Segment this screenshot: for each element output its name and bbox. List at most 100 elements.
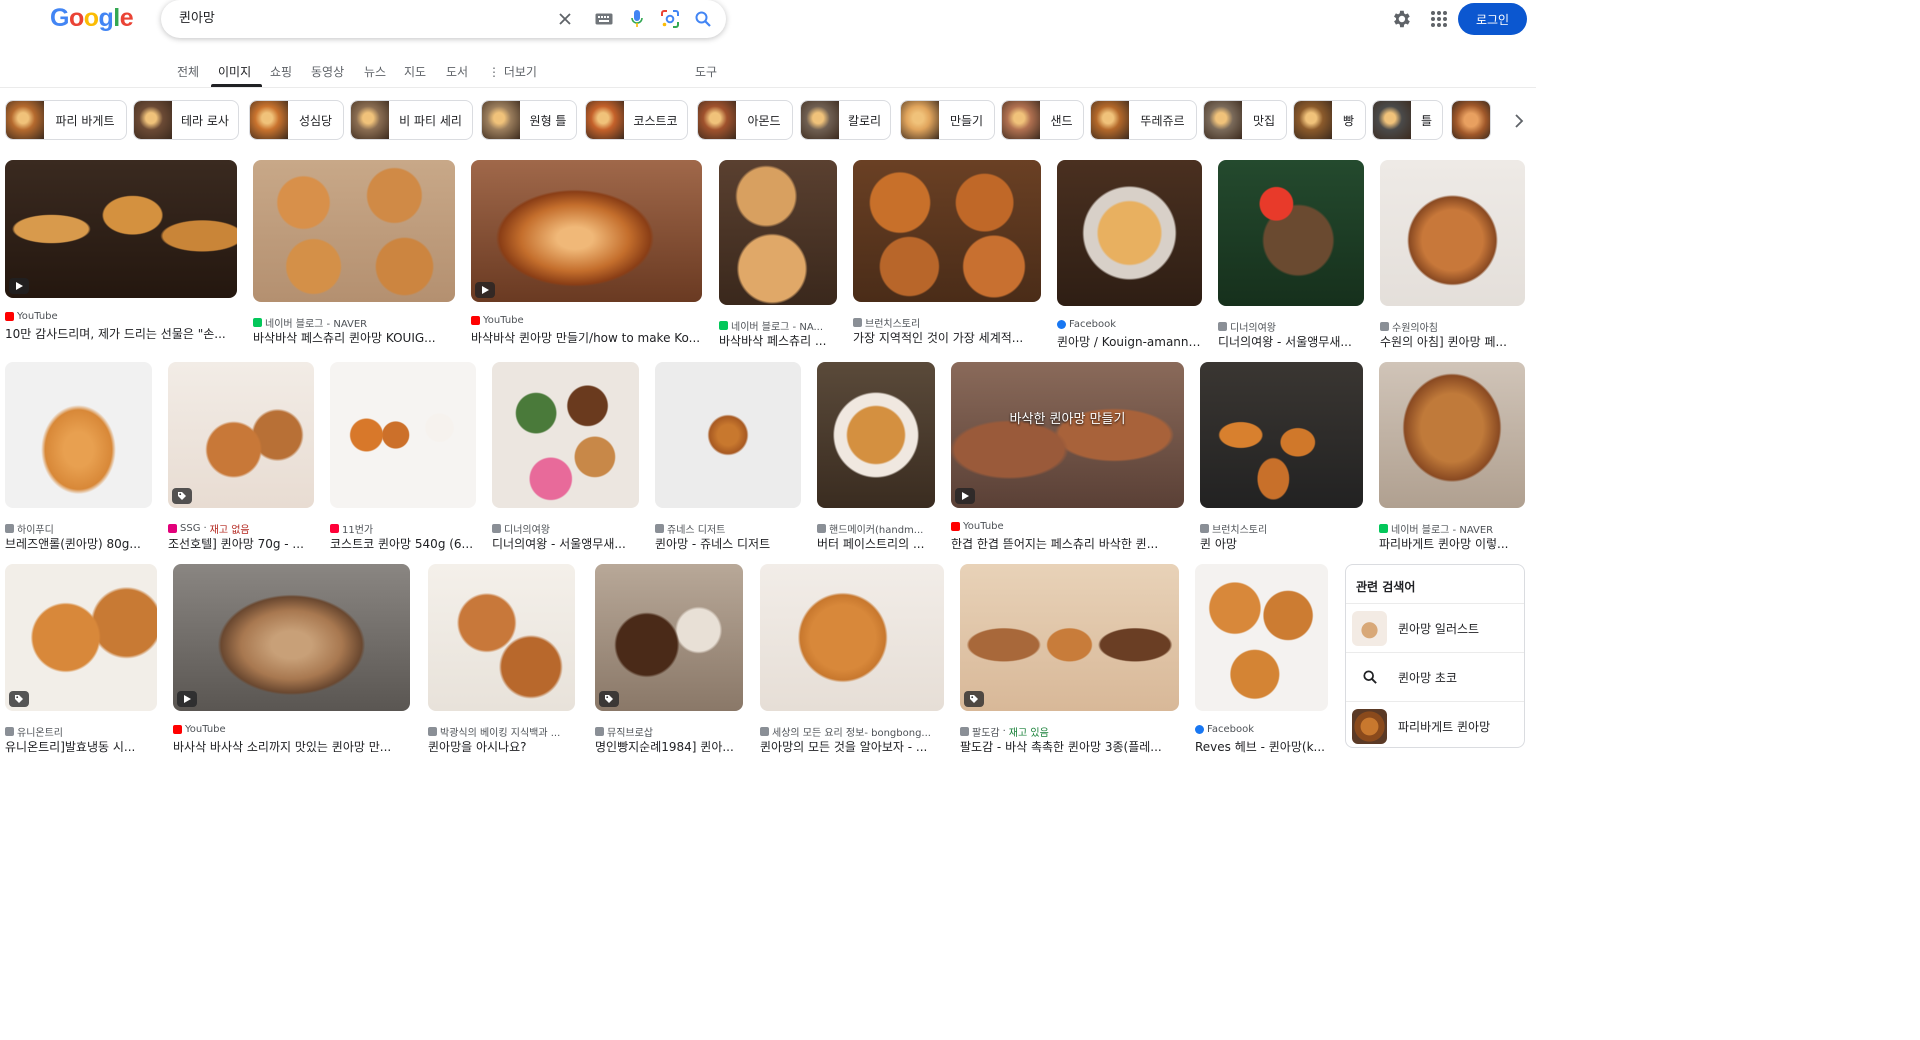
image-result-card[interactable]: 바삭한 퀸아망 만들기 YouTube 한겹 한겹 뜯어지는 페스츄리 바삭한 퀸.… [951, 362, 1184, 551]
chip-partial[interactable] [1451, 100, 1491, 140]
image-result-card[interactable]: 팔도감 · 재고 있음 팔도감 - 바삭 촉촉한 퀸아망 3종(플레... [960, 564, 1179, 754]
result-thumbnail[interactable] [173, 564, 410, 711]
result-thumbnail[interactable] [5, 160, 237, 298]
result-title[interactable]: 퀸아망 - 쥬네스 디저트 [655, 535, 801, 552]
result-title[interactable]: 버터 페이스트리의 ... [817, 535, 935, 552]
result-thumbnail[interactable] [595, 564, 743, 711]
result-thumbnail[interactable] [960, 564, 1179, 711]
image-result-card[interactable]: 박광식의 베이킹 지식백과 ... 퀸아망을 아시나요? [428, 564, 575, 754]
result-title[interactable]: 디너의여왕 - 서울앵무새... [1218, 333, 1364, 350]
search-input[interactable] [179, 9, 539, 24]
result-title[interactable]: 퀸 아망 [1200, 535, 1363, 552]
result-title[interactable]: 10만 감사드리며, 제가 드리는 선물은 "손... [5, 325, 237, 342]
image-result-card[interactable]: SSG · 재고 없음 조선호텔] 퀸아망 70g - ... [168, 362, 314, 551]
result-thumbnail[interactable] [168, 362, 314, 508]
tab-images[interactable]: 이미지 [218, 63, 251, 80]
result-thumbnail[interactable] [330, 362, 476, 508]
result-title[interactable]: 디너의여왕 - 서울앵무새... [492, 535, 639, 552]
result-thumbnail[interactable] [1218, 160, 1364, 306]
result-thumbnail[interactable] [1200, 362, 1363, 508]
result-title[interactable]: 조선호텔] 퀸아망 70g - ... [168, 535, 314, 552]
chip[interactable]: 코스트코 [585, 100, 688, 140]
image-result-card[interactable]: 브런치스토리 퀸 아망 [1200, 362, 1363, 551]
result-title[interactable]: 퀸아망의 모든 것을 알아보자 - ... [760, 738, 944, 755]
result-thumbnail[interactable] [428, 564, 575, 711]
result-title[interactable]: 바삭바삭 페스츄리 ... [719, 332, 837, 349]
image-result-card[interactable]: Facebook Reves 헤브 - 퀸아망(k... [1195, 564, 1328, 754]
chip[interactable]: 빵 [1293, 100, 1366, 140]
image-result-card[interactable]: 네이버 블로그 - NAVER 바삭바삭 페스츄리 퀸아망 KOUIG... [253, 160, 455, 345]
chip[interactable]: 테라 로사 [133, 100, 239, 140]
result-title[interactable]: 퀸아망 / Kouign-amann ... [1057, 333, 1202, 350]
result-title[interactable]: 파리바게트 퀸아망 이렇... [1379, 535, 1525, 552]
chip[interactable]: 파리 바게트 [5, 100, 127, 140]
image-result-card[interactable]: 뮤직브로삽 명인빵지순례1984] 퀸아... [595, 564, 743, 754]
result-thumbnail[interactable] [817, 362, 935, 508]
search-icon[interactable] [693, 9, 713, 29]
image-result-card[interactable]: 디너의여왕 디너의여왕 - 서울앵무새... [492, 362, 639, 551]
result-title[interactable]: Reves 헤브 - 퀸아망(k... [1195, 738, 1328, 755]
image-result-card[interactable]: YouTube 10만 감사드리며, 제가 드리는 선물은 "손... [5, 160, 237, 341]
tools-button[interactable]: 도구 [695, 63, 717, 80]
result-thumbnail[interactable] [853, 160, 1041, 302]
result-title[interactable]: 가장 지역적인 것이 가장 세계적... [853, 329, 1041, 346]
lens-icon[interactable] [660, 9, 680, 29]
google-logo[interactable]: Google [50, 4, 134, 33]
login-button[interactable]: 로그인 [1458, 3, 1527, 35]
chip[interactable]: 뚜레쥬르 [1090, 100, 1197, 140]
image-result-card[interactable]: 디너의여왕 디너의여왕 - 서울앵무새... [1218, 160, 1364, 349]
tab-all[interactable]: 전체 [177, 63, 199, 80]
microphone-icon[interactable] [627, 9, 647, 29]
chip[interactable]: 비 파티 세리 [350, 100, 473, 140]
image-result-card[interactable]: 쥬네스 디저트 퀸아망 - 쥬네스 디저트 [655, 362, 801, 551]
result-title[interactable]: 바삭바삭 페스츄리 퀸아망 KOUIG... [253, 329, 455, 346]
tab-more[interactable]: ⋮ 더보기 [488, 63, 537, 80]
result-title[interactable]: 명인빵지순례1984] 퀸아... [595, 738, 743, 755]
result-thumbnail[interactable] [253, 160, 455, 302]
chip[interactable]: 맛집 [1203, 100, 1287, 140]
result-thumbnail[interactable] [5, 564, 157, 711]
tab-news[interactable]: 뉴스 [364, 63, 386, 80]
result-thumbnail[interactable] [760, 564, 944, 711]
image-result-card[interactable]: 하이푸디 브레즈앤롤(퀸아망) 80g... [5, 362, 152, 551]
image-result-card[interactable]: YouTube 바삭바삭 퀸아망 만들기/how to make Ko... [471, 160, 702, 345]
related-search-item[interactable]: 파리바게트 퀸아망 [1346, 701, 1524, 747]
result-thumbnail[interactable] [1057, 160, 1202, 306]
image-result-card[interactable]: 핸드메이커(handm... 버터 페이스트리의 ... [817, 362, 935, 551]
related-search-item[interactable]: 퀸아망 초코 [1346, 652, 1524, 701]
clear-icon[interactable] [555, 9, 575, 29]
chevron-right-icon[interactable] [1506, 108, 1532, 134]
image-result-card[interactable]: 유니온트리 유니온트리]발효냉동 시... [5, 564, 157, 754]
result-thumbnail[interactable] [1379, 362, 1525, 508]
image-result-card[interactable]: 네이버 블로그 - NAVER 파리바게트 퀸아망 이렇... [1379, 362, 1525, 551]
result-thumbnail[interactable] [1195, 564, 1328, 711]
result-title[interactable]: 유니온트리]발효냉동 시... [5, 738, 157, 755]
image-result-card[interactable]: YouTube 바사삭 바사삭 소리까지 맛있는 퀸아망 만... [173, 564, 410, 754]
result-title[interactable]: 수원의 아침] 퀸아망 페... [1380, 333, 1525, 350]
result-title[interactable]: 팔도감 - 바삭 촉촉한 퀸아망 3종(플레... [960, 738, 1179, 755]
image-result-card[interactable]: 세상의 모든 요리 정보- bongbong... 퀸아망의 모든 것을 알아보자… [760, 564, 944, 754]
result-title[interactable]: 바사삭 바사삭 소리까지 맛있는 퀸아망 만... [173, 738, 410, 755]
related-search-item[interactable]: 퀸아망 일러스트 [1346, 603, 1524, 652]
tab-shopping[interactable]: 쇼핑 [270, 63, 292, 80]
image-result-card[interactable]: 브런치스토리 가장 지역적인 것이 가장 세계적... [853, 160, 1041, 345]
result-thumbnail[interactable] [655, 362, 801, 508]
result-thumbnail[interactable] [471, 160, 702, 302]
result-thumbnail[interactable] [1380, 160, 1525, 306]
apps-grid-icon[interactable] [1428, 8, 1450, 30]
result-thumbnail[interactable] [719, 160, 837, 305]
result-thumbnail[interactable] [492, 362, 639, 508]
chip[interactable]: 틀 [1372, 100, 1443, 140]
image-result-card[interactable]: 네이버 블로그 - NA... 바삭바삭 페스츄리 ... [719, 160, 837, 348]
result-title[interactable]: 퀸아망을 아시나요? [428, 738, 575, 755]
gear-icon[interactable] [1390, 8, 1412, 30]
chip[interactable]: 만들기 [900, 100, 995, 140]
result-title[interactable]: 브레즈앤롤(퀸아망) 80g... [5, 535, 152, 552]
image-result-card[interactable]: Facebook 퀸아망 / Kouign-amann ... [1057, 160, 1202, 349]
chip[interactable]: 성심당 [249, 100, 344, 140]
result-thumbnail[interactable] [5, 362, 152, 508]
chip[interactable]: 샌드 [1001, 100, 1084, 140]
keyboard-icon[interactable] [594, 9, 614, 29]
result-title[interactable]: 바삭바삭 퀸아망 만들기/how to make Ko... [471, 329, 702, 346]
image-result-card[interactable]: 11번가 코스트코 퀸아망 540g (6... [330, 362, 476, 551]
